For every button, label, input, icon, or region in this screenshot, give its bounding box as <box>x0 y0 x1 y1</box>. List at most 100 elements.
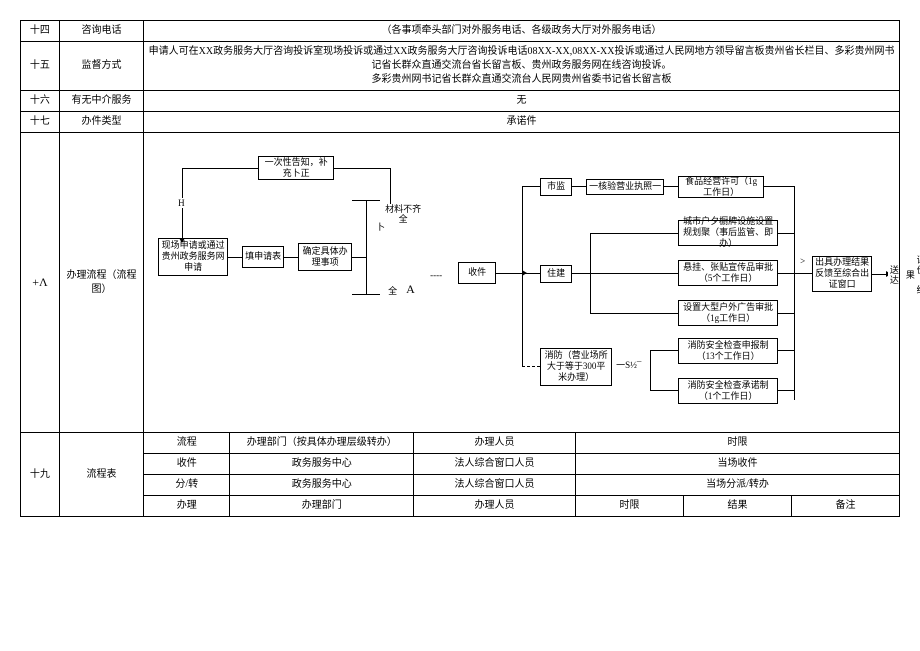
box-food: 食品经营许可（1g工作日） <box>678 176 764 198</box>
txt-complete: 全 <box>388 286 397 297</box>
row16-label: 有无中介服务 <box>59 91 143 112</box>
box-shijian: 市监 <box>540 178 572 196</box>
row19-r1: 收件 政务服务中心 法人综合窗口人员 当场收件 <box>21 454 900 475</box>
row19-r2: 分/转 政务服务中心 法人综合窗口人员 当场分派/转办 <box>21 475 900 496</box>
line-once-rv <box>390 168 391 208</box>
conn-zj1 <box>590 233 678 234</box>
conn-zj-mid <box>572 273 590 274</box>
h-dept: 办理部门（按具体办理层级转办） <box>230 433 414 454</box>
row14-num: 十四 <box>21 21 60 42</box>
row17-num: 十七 <box>21 112 60 133</box>
row17-label: 办件类型 <box>59 112 143 133</box>
line-dec-top <box>352 200 380 201</box>
conn-form-confirm <box>284 257 298 258</box>
conn-lic-food <box>664 186 678 187</box>
box-firecheck2: 消防安全检查承诺制（1个工作日） <box>678 378 778 404</box>
row15-label: 监督方式 <box>59 42 143 91</box>
conn-zj <box>522 273 540 274</box>
box-fire: 消防（营业场所大于等于300平米办理） <box>540 348 612 386</box>
txt-A: A <box>406 282 415 296</box>
box-poster: 悬挂、张贴宣传品审批（5个工作日） <box>678 260 778 286</box>
box-firecheck1: 消防安全检查申报制（13个工作日） <box>678 338 778 364</box>
box-form: 填申请表 <box>242 246 284 268</box>
row15-num: 十五 <box>21 42 60 91</box>
r1c1: 收件 <box>144 454 230 475</box>
row15-value: 申请人可在XX政务服务大厅咨询投诉室现场投诉或通过XX政务服务大厅咨询投诉电话0… <box>144 42 900 91</box>
r2c2: 政务服务中心 <box>230 475 414 496</box>
r3c4: 时限 <box>575 496 683 517</box>
m3 <box>778 273 794 274</box>
line-dec-mid <box>352 257 366 258</box>
line-merge-v <box>794 186 795 400</box>
r1c3: 法人综合窗口人员 <box>414 454 576 475</box>
r2c4: 当场分派/转办 <box>575 475 899 496</box>
row-14: 十四 咨询电话 （各事项牵头部门对外服务电话、各级政务大厅对外服务电话） <box>21 21 900 42</box>
box-confirm: 确定具体办理事项 <box>298 243 352 271</box>
r1c2: 政务服务中心 <box>230 454 414 475</box>
row14-value: （各事项牵头部门对外服务电话、各级政务大厅对外服务电话） <box>144 21 900 42</box>
box-signboard: 城市户夕橱牌设施设置规划聚（事后监管、即办） <box>678 220 778 246</box>
m1 <box>764 186 794 187</box>
r2c3: 法人综合窗口人员 <box>414 475 576 496</box>
r3c5: 结果 <box>683 496 791 517</box>
row18-label: 办理流程（流程图） <box>59 133 143 433</box>
conn-fire <box>522 366 540 367</box>
line-once-left <box>182 168 258 169</box>
r3c3: 办理人员 <box>414 496 576 517</box>
m2 <box>778 233 794 234</box>
txt-eval: 评价、结果 <box>904 252 920 298</box>
txt-send: 送达 <box>888 260 899 290</box>
r1c4: 当场收件 <box>575 454 899 475</box>
h-flow: 流程 <box>144 433 230 454</box>
box-outdoor: 设置大型户外广告审批（1g工作日） <box>678 300 778 326</box>
row19-label: 流程表 <box>59 433 143 517</box>
txt-gt: > <box>800 256 805 267</box>
r3c6: 备注 <box>791 496 899 517</box>
r3c2: 办理部门 <box>230 496 414 517</box>
box-once-notice: 一次性告知，补充卜正 <box>258 156 334 180</box>
row-16: 十六 有无中介服务 无 <box>21 91 900 112</box>
txt-H: H <box>178 198 185 209</box>
box-license: 一核验营业执照一 <box>586 179 664 195</box>
r2c1: 分/转 <box>144 475 230 496</box>
conn-sj-lic <box>572 186 586 187</box>
line-once-right <box>334 168 390 169</box>
conn-result-send <box>872 274 886 275</box>
flowchart: 现场申请或通过贵州政务服务网申请 填申请表 确定具体办理事项 一次性告知，补充卜… <box>148 138 895 428</box>
h-time: 时限 <box>575 433 899 454</box>
m6 <box>778 390 794 391</box>
line-split-v <box>522 186 523 366</box>
txt-incomplete: 材料不齐全 <box>384 204 422 226</box>
row18-num: +Λ <box>21 133 60 433</box>
row16-num: 十六 <box>21 91 60 112</box>
txt-dots: ---- <box>430 270 442 281</box>
line-dec-bot <box>352 294 380 295</box>
flowchart-cell: 现场申请或通过贵州政务服务网申请 填申请表 确定具体办理事项 一次性告知，补充卜… <box>144 133 900 433</box>
row19-num: 十九 <box>21 433 60 517</box>
r3c1: 办理 <box>144 496 230 517</box>
row-17: 十七 办件类型 承诺件 <box>21 112 900 133</box>
line-fire-v <box>650 350 651 390</box>
conn-apply-form <box>228 257 242 258</box>
conn-zj3 <box>590 313 678 314</box>
m5 <box>778 350 794 351</box>
row-18: +Λ 办理流程（流程图） 现场申请或通过贵州政务服务网申请 填申请表 确定具体办… <box>21 133 900 433</box>
row17-value: 承诺件 <box>144 112 900 133</box>
row19-r3: 办理 办理部门 办理人员 时限 结果 备注 <box>21 496 900 517</box>
box-result: 出具办理结果反馈至综合出证窗口 <box>812 256 872 292</box>
row14-label: 咨询电话 <box>59 21 143 42</box>
conn-merge-result <box>794 273 812 274</box>
box-zhujian: 住建 <box>540 265 572 283</box>
txt-tick: 卜 <box>376 222 385 233</box>
row-15: 十五 监督方式 申请人可在XX政务服务大厅咨询投诉室现场投诉或通过XX政务服务大… <box>21 42 900 91</box>
h-staff: 办理人员 <box>414 433 576 454</box>
txt-s: 一S½¯ <box>616 360 641 371</box>
conn-sj <box>522 186 540 187</box>
line-decision-v <box>366 200 367 294</box>
row-19: 十九 流程表 流程 办理部门（按具体办理层级转办） 办理人员 时限 <box>21 433 900 454</box>
m4 <box>778 313 794 314</box>
conn-zj2 <box>590 273 678 274</box>
conn-fire2 <box>650 390 678 391</box>
conn-fire1 <box>650 350 678 351</box>
box-receive: 收件 <box>458 262 496 284</box>
